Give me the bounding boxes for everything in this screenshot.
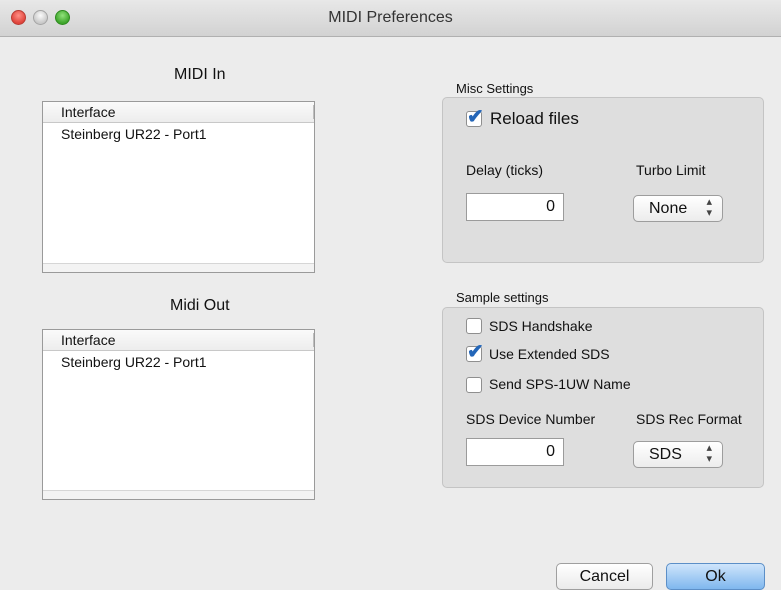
reload-files-label[interactable]: Reload files [490, 109, 579, 129]
midi-in-column-header[interactable]: Interface [43, 102, 314, 123]
column-separator [313, 105, 314, 119]
use-extended-sds-checkbox[interactable]: ✔ [466, 341, 484, 363]
sds-rec-format-popup[interactable]: SDS ▴ ▾ [633, 441, 723, 468]
sds-rec-format-label: SDS Rec Format [636, 411, 742, 427]
midi-out-title: Midi Out [170, 297, 230, 314]
midi-in-title: MIDI In [174, 66, 226, 83]
midi-in-list[interactable]: Interface Steinberg UR22 - Port1 [42, 101, 315, 273]
list-item[interactable]: Steinberg UR22 - Port1 [43, 123, 314, 145]
chevron-up-down-icon: ▴ ▾ [706, 196, 712, 219]
column-separator [313, 333, 314, 347]
turbo-limit-popup[interactable]: None ▴ ▾ [633, 195, 723, 222]
midi-out-column-header[interactable]: Interface [43, 330, 314, 351]
sds-device-number-label: SDS Device Number [466, 411, 596, 427]
misc-settings-label: Misc Settings [456, 81, 534, 96]
horizontal-scrollbar[interactable] [43, 263, 314, 272]
turbo-limit-value: None [649, 200, 688, 217]
delay-input[interactable]: 0 [466, 193, 564, 221]
sds-handshake-label[interactable]: SDS Handshake [489, 318, 593, 334]
ok-button[interactable]: Ok [666, 563, 765, 590]
sample-settings-label: Sample settings [456, 290, 549, 305]
sds-rec-format-value: SDS [649, 446, 682, 463]
use-extended-sds-label[interactable]: Use Extended SDS [489, 346, 610, 362]
window-title: MIDI Preferences [328, 9, 453, 26]
send-sps-name-label[interactable]: Send SPS-1UW Name [489, 376, 631, 392]
turbo-limit-label: Turbo Limit [636, 162, 706, 178]
chevron-up-down-icon: ▴ ▾ [706, 442, 712, 465]
delay-label: Delay (ticks) [466, 162, 544, 178]
title-bar: MIDI Preferences [0, 0, 781, 37]
list-item[interactable]: Steinberg UR22 - Port1 [43, 351, 314, 373]
reload-files-checkbox[interactable]: ✔ [466, 106, 484, 128]
column-header-label: Interface [61, 104, 116, 120]
checkmark-icon: ✔ [467, 106, 484, 128]
sds-device-number-input[interactable]: 0 [466, 438, 564, 466]
horizontal-scrollbar[interactable] [43, 490, 314, 499]
midi-out-list[interactable]: Interface Steinberg UR22 - Port1 [42, 329, 315, 500]
checkmark-icon: ✔ [467, 341, 484, 363]
column-header-label: Interface [61, 332, 116, 348]
sds-handshake-checkbox[interactable] [466, 318, 482, 334]
send-sps-name-checkbox[interactable] [466, 377, 482, 393]
cancel-button[interactable]: Cancel [556, 563, 653, 590]
